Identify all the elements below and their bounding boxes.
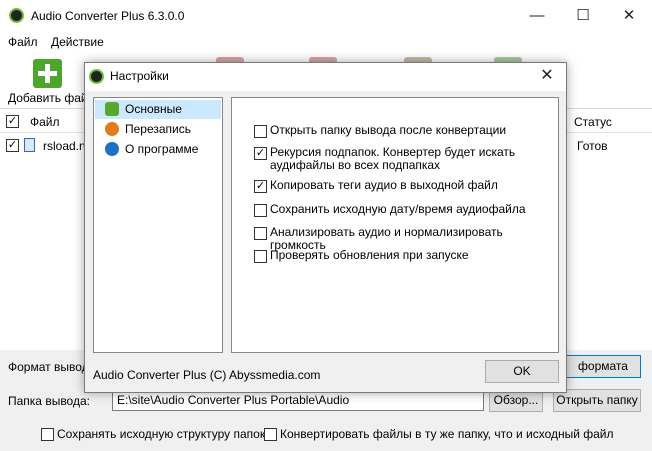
general-settings-icon: [105, 102, 119, 116]
menu-action[interactable]: Действие: [51, 35, 104, 49]
settings-category-tree: Основные Перезапись О программе: [93, 97, 223, 353]
ok-button[interactable]: OK: [485, 360, 559, 383]
file-status: Готов: [577, 139, 608, 153]
maximize-button[interactable]: ☐: [560, 0, 606, 31]
option-label: Открыть папку вывода после конвертации: [270, 123, 507, 137]
tree-item-overwrite[interactable]: Перезапись: [95, 120, 221, 139]
info-icon: [105, 142, 119, 156]
column-file[interactable]: Файл: [30, 115, 60, 129]
row-checkbox[interactable]: ✓: [6, 139, 19, 152]
dialog-app-icon: [89, 69, 104, 84]
copyright-text: Audio Converter Plus (C) Abyssmedia.com: [93, 368, 321, 382]
format-label: Формат вывод: [8, 360, 89, 374]
normalize-checkbox[interactable]: [254, 227, 267, 240]
minimize-button[interactable]: —: [514, 0, 560, 31]
option-label: Рекурсия подпапок. Конвертер будет искат…: [270, 145, 516, 172]
output-folder-label: Папка вывода:: [8, 394, 90, 408]
keep-structure-label: Сохранять исходную структуру папок: [57, 427, 266, 441]
settings-dialog: Настройки ✕ Основные Перезапись О програ…: [84, 62, 567, 393]
overwrite-icon: [105, 122, 119, 136]
format-options-button[interactable]: формата: [565, 355, 641, 378]
option-label: Проверять обновления при запуске: [270, 248, 469, 262]
same-folder-label: Конвертировать файлы в ту же папку, что …: [280, 427, 614, 441]
option-label: Копировать теги аудио в выходной файл: [270, 178, 498, 192]
add-file-label: Добавить файл: [8, 91, 95, 105]
open-output-folder-checkbox[interactable]: [254, 125, 267, 138]
option-label: Сохранить исходную дату/время аудиофайла: [270, 202, 526, 216]
tree-item-about[interactable]: О программе: [95, 140, 221, 159]
menu-file[interactable]: Файл: [8, 35, 38, 49]
audio-file-icon: [24, 138, 35, 152]
output-folder-input[interactable]: E:\site\Audio Converter Plus Portable\Au…: [112, 390, 484, 411]
dialog-title: Настройки: [110, 69, 169, 83]
add-icon: [33, 59, 62, 88]
tree-item-general[interactable]: Основные: [95, 100, 221, 119]
dialog-titlebar: Настройки ✕: [85, 63, 566, 91]
copy-tags-checkbox[interactable]: ✓: [254, 180, 267, 193]
tree-item-label: Основные: [125, 102, 182, 116]
tree-item-label: Перезапись: [125, 122, 192, 136]
select-all-checkbox[interactable]: ✓: [6, 115, 19, 128]
same-folder-checkbox[interactable]: [264, 428, 277, 441]
dialog-close-button[interactable]: ✕: [534, 65, 560, 87]
window-title: Audio Converter Plus 6.3.0.0: [31, 9, 185, 23]
close-button[interactable]: ✕: [606, 0, 652, 31]
recurse-subfolders-checkbox[interactable]: ✓: [254, 147, 267, 160]
general-options-panel: Открыть папку вывода после конвертации ✓…: [231, 97, 559, 353]
tree-item-label: О программе: [125, 142, 199, 156]
keep-datetime-checkbox[interactable]: [254, 204, 267, 217]
column-status[interactable]: Статус: [574, 115, 612, 129]
main-titlebar: Audio Converter Plus 6.3.0.0 — ☐ ✕: [0, 0, 652, 31]
app-icon: [9, 8, 24, 23]
keep-structure-checkbox[interactable]: [41, 428, 54, 441]
menubar: Файл Действие: [0, 31, 652, 53]
check-updates-checkbox[interactable]: [254, 250, 267, 263]
